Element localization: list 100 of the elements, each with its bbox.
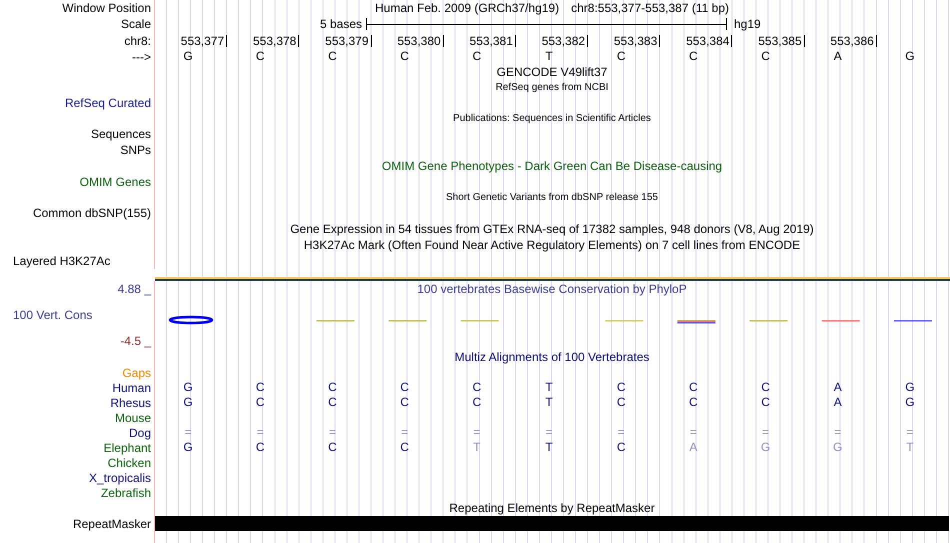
- track-label: RepeatMasker: [72, 516, 151, 530]
- base-letter: C: [472, 50, 482, 63]
- track-label: chr8:: [124, 34, 151, 48]
- alignment-base: C: [400, 441, 409, 454]
- alignment-base: T: [545, 381, 553, 394]
- alignment-base: C: [616, 381, 626, 394]
- alignment-base: T: [906, 441, 914, 454]
- alignment-base: =: [906, 426, 914, 439]
- axis-max-label: 4.88 _: [118, 282, 151, 296]
- alignment-base: C: [761, 381, 770, 394]
- position-tick: 553,377: [180, 34, 228, 46]
- alignment-base: G: [183, 396, 193, 409]
- alignment-base: C: [400, 381, 409, 394]
- alignment-base: G: [760, 441, 770, 454]
- track-label: Dog: [128, 426, 151, 440]
- alignment-base: C: [472, 381, 482, 394]
- track-label: X_tropicalis: [88, 470, 151, 484]
- position-tick: 553,381: [470, 34, 516, 46]
- track-title: Gene Expression in 54 tissues from GTEx RNA-seq of 17382 samples, 948 donors (V8, Aug 2019): [290, 222, 814, 236]
- track-label: Common dbSNP(155): [32, 206, 151, 220]
- track-title: Repeating Elements by RepeatMasker: [449, 501, 655, 515]
- alignment-base: T: [473, 441, 480, 454]
- alignment-base: C: [689, 381, 698, 394]
- alignment-base: C: [472, 396, 482, 409]
- alignment-base: =: [762, 426, 770, 439]
- track-label: Rhesus: [110, 396, 151, 410]
- alignment-base: C: [400, 396, 409, 409]
- alignment-base: =: [690, 426, 697, 439]
- track-label: Zebrafish: [100, 486, 151, 500]
- alignment-base: T: [545, 441, 553, 454]
- track-label: Sequences: [90, 127, 151, 141]
- track-label: Scale: [120, 17, 151, 31]
- alignment-base: =: [184, 426, 192, 439]
- scale-text: 5 bases: [318, 17, 363, 31]
- assembly-label: hg19: [733, 17, 761, 31]
- alignment-base: C: [328, 441, 337, 454]
- position-tick: 553,383: [614, 34, 660, 46]
- strand-label: --->: [132, 50, 151, 64]
- alignment-base: G: [183, 441, 193, 454]
- base-letter: G: [183, 50, 193, 63]
- position-tick: 553,380: [397, 34, 444, 46]
- base-letter: C: [328, 50, 337, 63]
- track-label: RefSeq Curated: [64, 96, 151, 110]
- alignment-base: G: [183, 381, 193, 394]
- alignment-base: C: [328, 396, 337, 409]
- alignment-base: T: [545, 396, 553, 409]
- base-letter: C: [256, 50, 265, 63]
- base-letter: G: [905, 50, 915, 63]
- base-letter: C: [689, 50, 698, 63]
- track-label: Chicken: [108, 456, 151, 470]
- alignment-base: G: [905, 396, 915, 409]
- base-letter: C: [761, 50, 770, 63]
- track-title: H3K27Ac Mark (Often Found Near Active Regulatory Elements) on 7 cell lines from ENCODE: [304, 238, 800, 252]
- alignment-base: C: [616, 441, 626, 454]
- alignment-base: =: [328, 426, 336, 439]
- position-tick: 553,386: [830, 34, 877, 46]
- track-label: 100 Vert. Cons: [12, 308, 92, 322]
- track-title: OMIM Gene Phenotypes - Dark Green Can Be Disease-causing: [382, 159, 722, 173]
- alignment-base: C: [761, 396, 770, 409]
- alignment-base: =: [545, 426, 552, 439]
- track-label: Window Position: [62, 1, 151, 15]
- base-letter: A: [834, 50, 842, 63]
- alignment-base: =: [618, 426, 625, 439]
- position-tick: 553,385: [758, 34, 805, 46]
- position-tick: 553,378: [252, 34, 300, 46]
- track-label: Elephant: [104, 440, 151, 454]
- alignment-base: C: [256, 441, 265, 454]
- alignment-base: =: [473, 426, 480, 439]
- alignment-base: A: [834, 381, 842, 394]
- position-tick: 553,379: [325, 34, 372, 46]
- track-label: Human: [112, 380, 151, 394]
- alignment-base: A: [689, 441, 698, 454]
- alignment-base: C: [256, 396, 265, 409]
- base-letter: T: [545, 50, 553, 63]
- position-tick: 553,384: [686, 34, 732, 46]
- alignment-base: C: [328, 381, 337, 394]
- alignment-base: =: [401, 426, 408, 439]
- axis-min-label: -4.5 _: [120, 334, 151, 348]
- track-label: Layered H3K27Ac: [13, 254, 110, 268]
- track-title: GENCODE V49lift37: [496, 65, 608, 79]
- position-range: chr8:553,377-553,387 (11 bp): [571, 1, 729, 15]
- alignment-base: G: [905, 381, 915, 394]
- track-subtitle: Short Genetic Variants from dbSNP release 155: [446, 192, 658, 204]
- assembly-title: Human Feb. 2009 (GRCh37/hg19): [374, 1, 560, 15]
- track-title: 100 vertebrates Basewise Conservation by PhyloP: [417, 281, 687, 297]
- alignment-base: =: [256, 426, 264, 439]
- track-label: Gaps: [122, 366, 151, 380]
- track-title: Multiz Alignments of 100 Vertebrates: [454, 350, 650, 364]
- base-letter: C: [400, 50, 409, 63]
- alignment-base: A: [834, 396, 842, 409]
- alignment-base: C: [256, 381, 265, 394]
- base-letter: C: [616, 50, 626, 63]
- track-label: SNPs: [120, 143, 151, 157]
- alignment-base: C: [616, 396, 626, 409]
- track-subtitle: RefSeq genes from NCBI: [496, 82, 608, 94]
- alignment-base: G: [833, 441, 842, 454]
- position-tick: 553,382: [542, 34, 588, 46]
- track-label: OMIM Genes: [80, 175, 151, 189]
- alignment-base: =: [834, 426, 842, 439]
- track-label: Mouse: [114, 410, 151, 424]
